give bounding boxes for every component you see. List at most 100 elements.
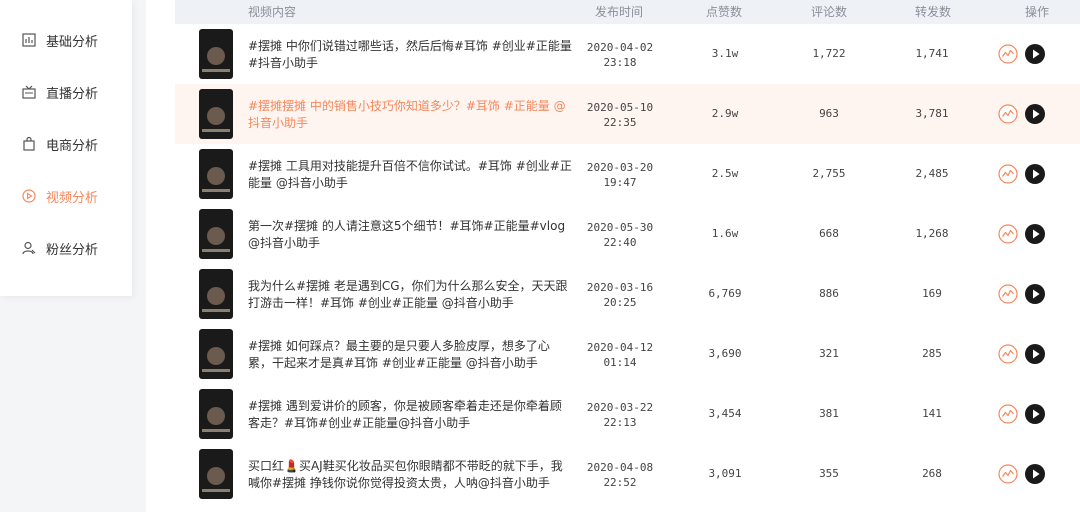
video-content-text[interactable]: 我为什么#摆摊 老是遇到CG，你们为什么那么安全，天天跟打游击一样！#耳饰 #创… xyxy=(248,278,573,312)
trend-chart-icon[interactable] xyxy=(998,404,1018,424)
publish-date: 2020-04-02 xyxy=(586,41,654,54)
table-row[interactable]: #摆摊 中你们说错过哪些话，然后后悔#耳饰 #创业#正能量#抖音小助手 2020-… xyxy=(175,24,1080,84)
sidebar-item-4[interactable]: 粉丝分析 xyxy=(0,222,132,274)
publish-time: 2020-04-08 22:52 xyxy=(580,460,660,490)
thumbnail-image xyxy=(207,467,225,485)
comments-count: 1,722 xyxy=(812,47,846,60)
main-panel: 视频内容 发布时间 点赞数 评论数 转发数 操作 #摆摊 中你们说错过哪些话，然… xyxy=(146,0,1080,512)
table-row[interactable]: 我为什么#摆摊 老是遇到CG，你们为什么那么安全，天天跟打游击一样！#耳饰 #创… xyxy=(175,264,1080,324)
publish-time: 2020-04-12 01:14 xyxy=(580,340,660,370)
play-icon[interactable] xyxy=(1025,284,1045,304)
publish-clock: 19:47 xyxy=(603,176,637,189)
table-row[interactable]: 第一次#摆摊 的人请注意这5个细节！#耳饰#正能量#vlog @抖音小助手 202… xyxy=(175,204,1080,264)
video-thumbnail[interactable] xyxy=(199,149,233,199)
comments-count: 355 xyxy=(819,467,839,480)
row-actions xyxy=(998,344,1048,364)
thumbnail-caption-bar xyxy=(202,309,230,312)
comments-count: 963 xyxy=(819,107,839,120)
sidebar-item-label: 基础分析 xyxy=(46,34,99,50)
publish-date: 2020-03-20 xyxy=(586,161,654,174)
video-thumbnail[interactable] xyxy=(199,269,233,319)
likes-count: 1.6w xyxy=(711,227,739,240)
publish-date: 2020-03-16 xyxy=(586,281,654,294)
thumbnail-image xyxy=(207,347,225,365)
likes-count: 6,769 xyxy=(708,287,742,300)
play-icon[interactable] xyxy=(1025,164,1045,184)
shares-count: 1,268 xyxy=(915,227,949,240)
video-thumbnail[interactable] xyxy=(199,89,233,139)
row-actions xyxy=(998,44,1048,64)
publish-time: 2020-03-20 19:47 xyxy=(580,160,660,190)
sidebar-item-0[interactable]: 基础分析 xyxy=(0,14,132,66)
thumbnail-image xyxy=(207,107,225,125)
table-row[interactable]: #摆摊 遇到爱讲价的顾客，你是被顾客牵着走还是你牵着顾客走？#耳饰#创业#正能量… xyxy=(175,384,1080,444)
video-content-text[interactable]: #摆摊 中你们说错过哪些话，然后后悔#耳饰 #创业#正能量#抖音小助手 xyxy=(248,38,573,72)
table-row[interactable]: 买口红💄买AJ鞋买化妆品买包你眼睛都不带眨的就下手，我喊你#摆摊 挣钱你说你觉得… xyxy=(175,444,1080,504)
publish-time: 2020-03-16 20:25 xyxy=(580,280,660,310)
shares-count: 285 xyxy=(922,347,942,360)
shares-count: 141 xyxy=(922,407,942,420)
sidebar-item-label: 视频分析 xyxy=(46,190,99,206)
publish-time: 2020-03-22 22:13 xyxy=(580,400,660,430)
row-actions xyxy=(998,464,1048,484)
likes-count: 2.9w xyxy=(711,107,739,120)
sidebar-item-label: 电商分析 xyxy=(46,138,99,154)
thumbnail-caption-bar xyxy=(202,489,230,492)
table-row[interactable]: #摆摊 如何踩点？最主要的是只要人多脸皮厚，想多了心累，干起来才是真#耳饰 #创… xyxy=(175,324,1080,384)
video-content-text[interactable]: #摆摊 遇到爱讲价的顾客，你是被顾客牵着走还是你牵着顾客走？#耳饰#创业#正能量… xyxy=(248,398,573,432)
trend-chart-icon[interactable] xyxy=(998,224,1018,244)
comments-count: 886 xyxy=(819,287,839,300)
sidebar-item-label: 直播分析 xyxy=(46,86,99,102)
trend-chart-icon[interactable] xyxy=(998,44,1018,64)
play-icon[interactable] xyxy=(1025,464,1045,484)
row-actions xyxy=(998,404,1048,424)
trend-chart-icon[interactable] xyxy=(998,464,1018,484)
video-content-text[interactable]: #摆摊 工具用对技能提升百倍不信你试试。#耳饰 #创业#正能量 @抖音小助手 xyxy=(248,158,573,192)
video-thumbnail[interactable] xyxy=(199,389,233,439)
publish-time: 2020-05-30 22:40 xyxy=(580,220,660,250)
shares-count: 169 xyxy=(922,287,942,300)
header-content: 视频内容 xyxy=(248,5,297,19)
sidebar-item-1[interactable]: 直播分析 xyxy=(0,66,132,118)
play-icon[interactable] xyxy=(1025,44,1045,64)
video-content-text[interactable]: #摆摊摆摊 中的销售小技巧你知道多少？#耳饰 #正能量 @抖音小助手 xyxy=(248,98,573,132)
header-likes: 点赞数 xyxy=(706,5,743,19)
video-thumbnail[interactable] xyxy=(199,449,233,499)
table-row[interactable]: #摆摊摆摊 中的销售小技巧你知道多少？#耳饰 #正能量 @抖音小助手 2020-0… xyxy=(175,84,1080,144)
thumbnail-image xyxy=(207,167,225,185)
trend-chart-icon[interactable] xyxy=(998,104,1018,124)
play-icon[interactable] xyxy=(1025,104,1045,124)
header-shares: 转发数 xyxy=(915,5,952,19)
row-actions xyxy=(998,104,1048,124)
publish-clock: 20:25 xyxy=(603,296,637,309)
table-row[interactable]: #摆摊 工具用对技能提升百倍不信你试试。#耳饰 #创业#正能量 @抖音小助手 20… xyxy=(175,144,1080,204)
publish-clock: 22:52 xyxy=(603,476,637,489)
play-icon[interactable] xyxy=(1025,344,1045,364)
video-thumbnail[interactable] xyxy=(199,29,233,79)
publish-clock: 22:35 xyxy=(603,116,637,129)
sidebar-item-3[interactable]: 视频分析 xyxy=(0,170,132,222)
user-icon xyxy=(21,240,37,256)
likes-count: 3.1w xyxy=(711,47,739,60)
video-thumbnail[interactable] xyxy=(199,329,233,379)
trend-chart-icon[interactable] xyxy=(998,164,1018,184)
play-icon[interactable] xyxy=(1025,224,1045,244)
publish-clock: 22:40 xyxy=(603,236,637,249)
video-content-text[interactable]: #摆摊 如何踩点？最主要的是只要人多脸皮厚，想多了心累，干起来才是真#耳饰 #创… xyxy=(248,338,573,372)
trend-chart-icon[interactable] xyxy=(998,284,1018,304)
comments-count: 668 xyxy=(819,227,839,240)
likes-count: 3,091 xyxy=(708,467,742,480)
trend-chart-icon[interactable] xyxy=(998,344,1018,364)
play-icon[interactable] xyxy=(1025,404,1045,424)
video-content-text[interactable]: 买口红💄买AJ鞋买化妆品买包你眼睛都不带眨的就下手，我喊你#摆摊 挣钱你说你觉得… xyxy=(248,458,573,492)
video-content-text[interactable]: 第一次#摆摊 的人请注意这5个细节！#耳饰#正能量#vlog @抖音小助手 xyxy=(248,218,573,252)
thumbnail-caption-bar xyxy=(202,429,230,432)
sidebar: 基础分析直播分析电商分析视频分析粉丝分析 xyxy=(0,0,132,296)
thumbnail-image xyxy=(207,407,225,425)
comments-count: 2,755 xyxy=(812,167,846,180)
comments-count: 321 xyxy=(819,347,839,360)
sidebar-item-2[interactable]: 电商分析 xyxy=(0,118,132,170)
thumbnail-caption-bar xyxy=(202,69,230,72)
sidebar-item-label: 粉丝分析 xyxy=(46,242,99,258)
video-thumbnail[interactable] xyxy=(199,209,233,259)
